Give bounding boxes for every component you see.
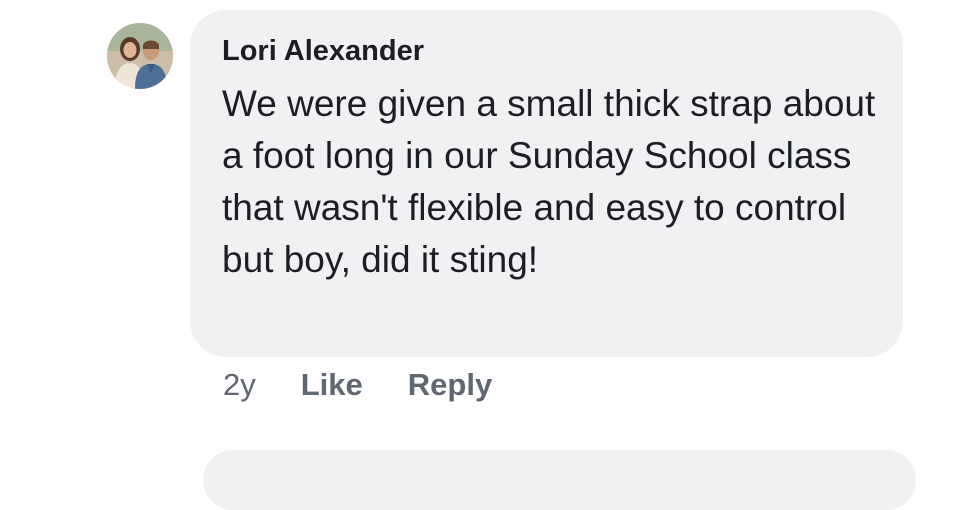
like-button[interactable]: Like bbox=[301, 367, 363, 403]
comment-timestamp[interactable]: 2y bbox=[223, 367, 256, 403]
comment-bubble: Lori Alexander We were given a small thi… bbox=[190, 10, 903, 357]
comment-actions: 2y Like Reply bbox=[223, 363, 492, 407]
avatar[interactable] bbox=[107, 23, 173, 89]
comment-text: We were given a small thick strap about … bbox=[222, 83, 876, 280]
next-comment-bubble bbox=[203, 450, 916, 510]
profile-photo-icon bbox=[107, 23, 173, 89]
reply-button[interactable]: Reply bbox=[408, 367, 492, 403]
comment-author-name[interactable]: Lori Alexander bbox=[222, 33, 424, 69]
